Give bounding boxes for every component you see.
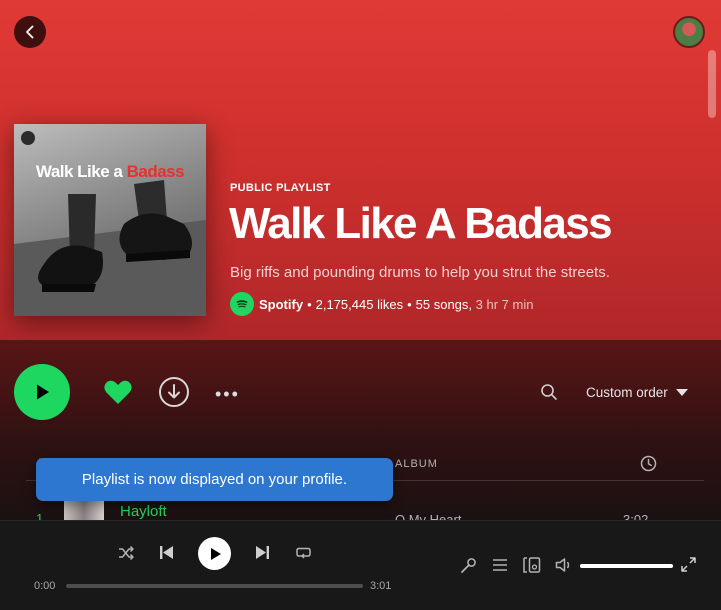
playlist-type-label: PUBLIC PLAYLIST — [230, 182, 331, 194]
playback-progress-bar[interactable] — [66, 584, 363, 588]
track-title[interactable]: Hayloft — [120, 503, 167, 520]
track-artwork — [64, 501, 104, 521]
skip-next-icon — [256, 546, 269, 559]
volume-slider[interactable] — [580, 564, 673, 568]
elapsed-time: 0:00 — [34, 580, 56, 592]
fullscreen-icon — [681, 557, 696, 572]
queue-button[interactable] — [492, 558, 508, 572]
next-button[interactable] — [255, 545, 270, 560]
shuffle-button[interactable] — [118, 545, 135, 561]
column-header-album[interactable]: ALBUM — [395, 458, 438, 470]
heart-filled-icon[interactable] — [102, 376, 134, 408]
download-icon[interactable] — [158, 376, 190, 408]
back-button[interactable] — [14, 16, 46, 48]
volume-fill — [580, 564, 673, 568]
microphone-icon — [461, 558, 476, 573]
playlist-owner-link[interactable]: Spotify — [259, 297, 303, 312]
queue-icon — [493, 559, 507, 571]
previous-button[interactable] — [159, 545, 174, 560]
user-avatar[interactable] — [673, 16, 705, 48]
play-icon — [210, 547, 221, 560]
fullscreen-button[interactable] — [681, 557, 696, 572]
repeat-icon — [296, 547, 311, 559]
playlist-song-count: 55 songs — [415, 296, 469, 312]
playlist-cover: Walk Like a Badass — [14, 124, 206, 316]
meta-separator: • — [407, 296, 412, 312]
skip-previous-icon — [160, 546, 173, 559]
play-playlist-button[interactable] — [14, 364, 70, 420]
play-icon — [37, 384, 49, 400]
repeat-button[interactable] — [295, 545, 312, 561]
chevron-left-icon — [26, 25, 34, 39]
more-options-button[interactable]: ••• — [215, 384, 240, 405]
connect-device-button[interactable] — [523, 557, 541, 573]
playlist-duration: 3 hr 7 min — [475, 296, 534, 312]
scrollbar-thumb[interactable] — [708, 50, 716, 118]
cover-photo-boots — [14, 180, 206, 316]
playlist-description: Big riffs and pounding drums to help you… — [230, 264, 610, 281]
volume-icon — [555, 558, 570, 572]
caret-down-icon — [675, 388, 688, 396]
connect-device-icon — [523, 557, 541, 573]
play-pause-button[interactable] — [198, 537, 231, 570]
volume-button[interactable] — [555, 557, 573, 573]
search-icon[interactable] — [540, 383, 558, 401]
sort-dropdown[interactable]: Custom order — [586, 385, 688, 400]
lyrics-button[interactable] — [460, 557, 477, 574]
spotify-logo-icon — [230, 292, 254, 316]
sort-label: Custom order — [586, 385, 668, 400]
meta-separator: • — [307, 296, 312, 312]
clock-icon — [640, 455, 657, 472]
player-bar: 0:00 3:01 — [0, 520, 721, 610]
playlist-meta: Spotify • 2,175,445 likes • 55 songs, 3 … — [230, 292, 533, 316]
toast-message: Playlist is now displayed on your profil… — [81, 471, 348, 488]
playlist-header: Walk Like a Badass PUBLIC PLAYLIST Walk … — [0, 0, 721, 340]
playlist-likes: 2,175,445 likes — [315, 296, 404, 312]
toast-notification: Playlist is now displayed on your profil… — [36, 458, 393, 501]
playlist-title: Walk Like A Badass — [229, 199, 613, 248]
total-time: 3:01 — [370, 580, 392, 592]
shuffle-icon — [119, 545, 134, 561]
